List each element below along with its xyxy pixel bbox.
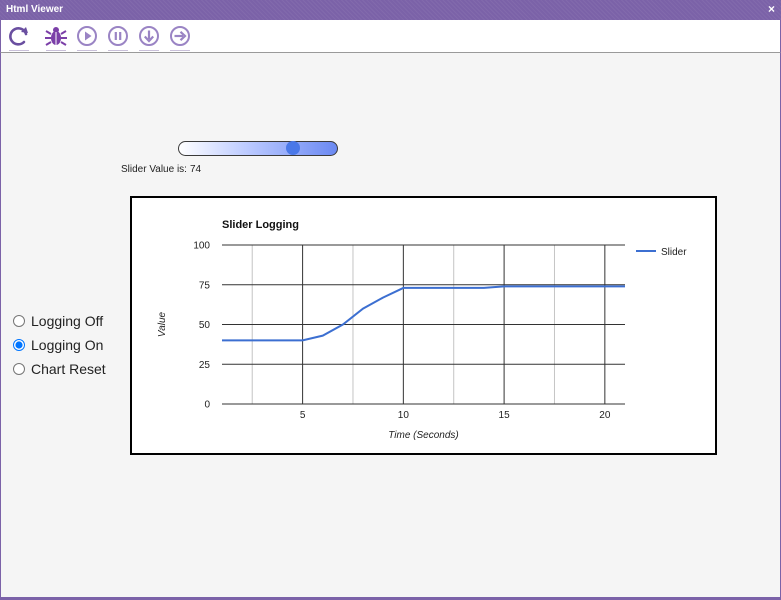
refresh-icon	[9, 27, 28, 46]
value-slider[interactable]	[178, 141, 338, 156]
slider-thumb[interactable]	[285, 141, 300, 155]
window-title: Html Viewer	[6, 4, 64, 15]
y-tick-label: 100	[193, 241, 210, 252]
x-tick-label: 10	[398, 410, 410, 421]
play-icon	[77, 26, 97, 46]
close-icon[interactable]: ×	[768, 2, 775, 16]
y-tick-label: 0	[204, 400, 210, 411]
radio-logging-on[interactable]: Logging On	[13, 333, 106, 357]
step-into-icon	[139, 26, 159, 46]
y-axis-label: Value	[157, 311, 168, 337]
bug-icon	[45, 27, 67, 46]
chart-reset-radio[interactable]	[13, 363, 25, 375]
logging-off-radio[interactable]	[13, 315, 25, 327]
toolbar	[0, 20, 781, 53]
step-over-icon	[170, 26, 190, 46]
x-axis-label: Time (Seconds)	[388, 430, 459, 441]
play-button[interactable]	[75, 24, 99, 51]
step-over-button[interactable]	[168, 24, 192, 51]
chart-title: Slider Logging	[222, 219, 299, 231]
slider-logging-chart: 0 25 50 75 100 5 10 15 20 Slider Logging Time (Sec…	[130, 196, 717, 455]
logging-off-label: Logging Off	[31, 313, 104, 329]
logging-on-radio[interactable]	[13, 339, 25, 351]
line-chart: 0 25 50 75 100 5 10 15 20 Slider Logging Time (Sec…	[157, 219, 687, 441]
x-tick-label: 15	[499, 410, 511, 421]
logging-radio-group: Logging Off Logging On Chart Reset	[13, 309, 106, 381]
series-line	[222, 285, 625, 342]
slider-value-label: Slider Value is:	[121, 164, 187, 175]
pause-icon	[108, 26, 128, 46]
slider-value-number: 74	[189, 164, 202, 175]
chart-reset-label: Chart Reset	[31, 361, 106, 377]
window-titlebar: Html Viewer ×	[0, 0, 781, 20]
x-tick-label: 20	[599, 410, 611, 421]
refresh-button[interactable]	[7, 24, 31, 51]
slider-value-text: Slider Value is: 74	[121, 164, 201, 175]
step-into-button[interactable]	[137, 24, 161, 51]
legend-label: Slider	[661, 247, 687, 258]
y-tick-label: 25	[199, 360, 211, 371]
logging-on-label: Logging On	[31, 337, 104, 353]
pause-button[interactable]	[106, 24, 130, 51]
radio-logging-off[interactable]: Logging Off	[13, 309, 106, 333]
x-tick-label: 5	[300, 410, 306, 421]
debug-button[interactable]	[44, 24, 68, 51]
y-tick-label: 75	[199, 280, 211, 291]
y-tick-label: 50	[199, 320, 211, 331]
radio-chart-reset[interactable]: Chart Reset	[13, 357, 106, 381]
